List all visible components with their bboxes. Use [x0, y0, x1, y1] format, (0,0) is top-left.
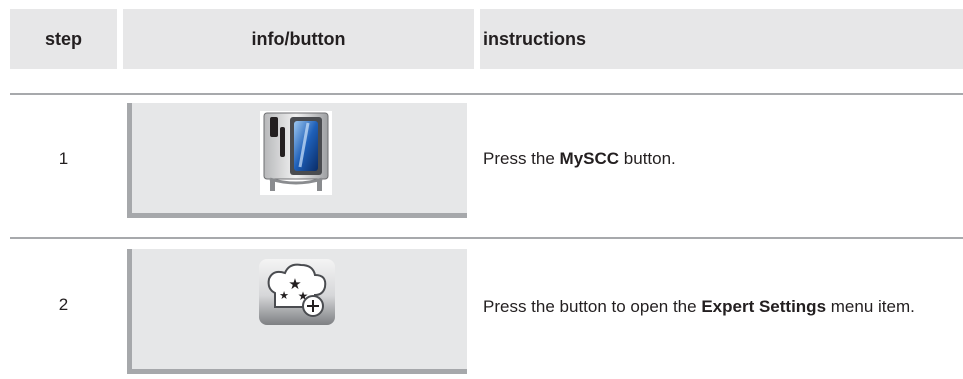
mysc-oven-icon[interactable] — [260, 111, 332, 200]
header-info-button: info/button — [123, 9, 474, 69]
row-divider — [10, 93, 963, 95]
instruction-text: Press the MySCC button. — [483, 149, 676, 168]
header-instructions: instructions — [480, 9, 963, 69]
instruction-text: Press the button to open the Expert Sett… — [483, 297, 915, 316]
table-row: 1 Press the MySCC button. — [0, 101, 963, 221]
svg-text:★: ★ — [279, 289, 289, 302]
expert-settings-label: Expert Settings — [701, 297, 827, 316]
info-panel: ★ ★ ★ — [127, 249, 467, 374]
mysc-label: MySCC — [559, 149, 620, 168]
table-row: 2 ★ ★ ★ Press the button to open the Exp… — [0, 245, 963, 374]
expert-settings-icon[interactable]: ★ ★ ★ — [259, 259, 335, 330]
step-number: 1 — [58, 149, 69, 168]
table-header: step info/button instructions — [0, 0, 963, 77]
info-panel — [127, 103, 467, 218]
row-divider — [10, 237, 963, 239]
step-number: 2 — [58, 295, 69, 314]
header-step: step — [10, 9, 117, 69]
